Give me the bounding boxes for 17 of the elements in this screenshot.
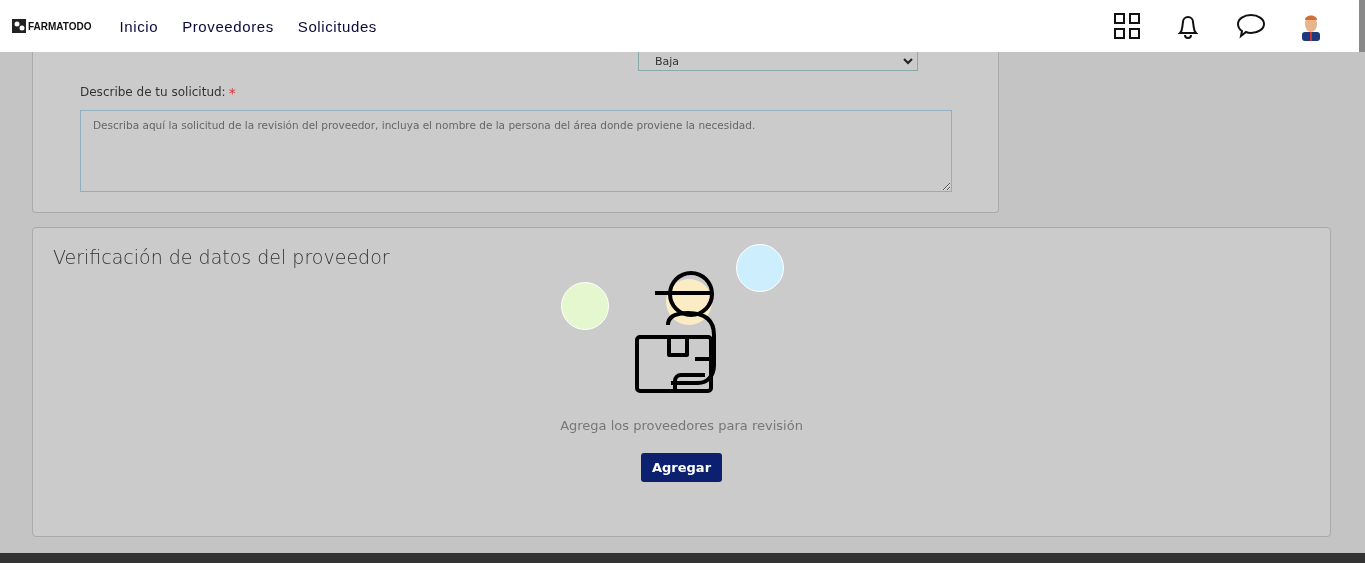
decorative-circle: [736, 244, 784, 292]
field-label: Describe de tu solicitud:: [80, 85, 226, 101]
chat-icon[interactable]: [1236, 13, 1266, 39]
card-title: Verificación de datos del proveedor: [53, 246, 390, 268]
logo-text: FARMATODO: [28, 20, 92, 32]
chevron-icon: [903, 57, 913, 65]
add-button[interactable]: Agregar: [640, 453, 723, 482]
nav-link[interactable]: Proveedores: [182, 17, 274, 35]
empty-message: Agrega los proveedores para revisión: [560, 418, 803, 433]
decorative-circle: [561, 282, 609, 330]
logo-icon: [12, 19, 26, 33]
required-mark: *: [228, 85, 236, 101]
nav-link[interactable]: Inicio: [119, 17, 159, 35]
description-field[interactable]: Describa aquí la solicitud de la revisión del proveedor, incluya el nombre de la persona del área donde proviene la necesidad.: [80, 110, 952, 192]
grid-icon[interactable]: [1114, 13, 1140, 39]
nav-link[interactable]: Solicitudes: [297, 17, 377, 35]
priority-select[interactable]: Baja: [638, 52, 918, 71]
